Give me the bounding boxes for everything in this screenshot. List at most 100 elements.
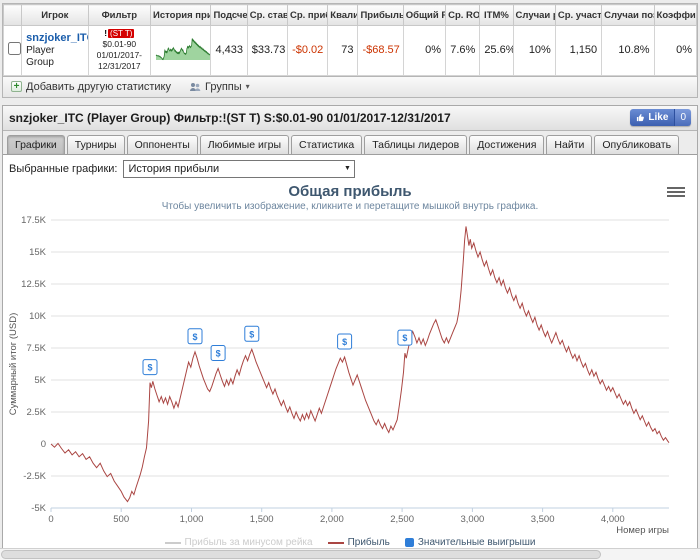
column-header-avg-entrants[interactable]: Ср. участник [554,4,603,26]
filter-date-to: 12/31/2017 [98,61,141,72]
svg-text:0: 0 [48,514,53,525]
legend-label: Прибыль [347,537,390,549]
count-cell: 4,433 [210,25,248,76]
groups-icon [189,82,201,92]
tab-find[interactable]: Найти [546,134,593,154]
svg-text:3,500: 3,500 [531,514,555,525]
column-header-profit-history[interactable]: История прибы [150,4,212,26]
gray-line-icon [164,541,181,544]
profit-chart-plot[interactable]: -5K -2.5K 0 2.5K 5K 7.5K 10K 12.5K 15K 17.5K 0 500 1… [5,214,695,536]
svg-text:15K: 15K [29,247,47,258]
legend-item-profit[interactable]: Прибыль [327,537,390,549]
avg-roi-cell: 7.6% [445,25,481,76]
chart-subtitle: Чтобы увеличить изображение, кликните и … [161,200,539,212]
add-statistic-label: Добавить другую статистику [26,80,171,93]
chart-menu-icon[interactable] [667,185,685,199]
column-header-late-cases[interactable]: Случаи поздней [601,4,655,26]
svg-text:2,500: 2,500 [390,514,414,525]
filter-badge: (ST T) [108,29,135,38]
column-header-player[interactable]: Игрок [21,4,89,26]
column-header-profit[interactable]: Прибыль [357,4,404,26]
graph-select-value: История прибыли [128,162,220,175]
tab-tournaments[interactable]: Турниры [66,134,125,154]
svg-text:10K: 10K [29,311,47,322]
chart-plot-holder: -5K -2.5K 0 2.5K 5K 7.5K 10K 12.5K 15K 17.5K 0 500 1… [3,214,697,536]
svg-text:17.5K: 17.5K [21,215,46,226]
tab-achievements[interactable]: Достижения [469,134,545,154]
player-cell: snzjoker_ITC Player Group [21,25,89,76]
svg-text:4,000: 4,000 [601,514,625,525]
column-header-coefficient[interactable]: Коэффициент [653,4,698,26]
total-roi-cell: 0% [402,25,447,76]
player-link[interactable]: snzjoker_ITC [26,32,87,44]
avg-profit-cell: -$0.02 [286,25,329,76]
svg-text:1,500: 1,500 [250,514,274,525]
stats-table: Игрок Фильтр История прибы Подсчет Ср. с… [2,3,698,77]
svg-text:3,000: 3,000 [461,514,485,525]
tab-publish[interactable]: Опубликовать [594,134,680,154]
sharkscope-page: { "stats_table": { "columns": ["", "Игро… [0,3,700,560]
groups-label: Группы [205,80,242,93]
tab-statistics[interactable]: Статистика [291,134,363,154]
tab-leaderboards[interactable]: Таблицы лидеров [364,134,468,154]
svg-text:0: 0 [41,439,46,450]
stats-header-row: Игрок Фильтр История прибы Подсчет Ср. с… [2,4,698,26]
svg-text:$: $ [216,348,221,358]
like-button[interactable]: Like 0 [630,109,691,127]
legend-item-significant-wins[interactable]: Значительные выигрыши [404,537,536,549]
column-header-early-cases[interactable]: Случаи ран [512,4,556,26]
profit-history-sparkline-cell[interactable] [150,25,212,76]
column-header-count[interactable]: Подсчет [210,4,248,26]
filter-stakes: $0.01-90 [102,39,137,50]
column-header-avg-roi[interactable]: Ср. ROI [445,4,481,26]
tab-graphs[interactable]: Графики [7,134,65,154]
graph-select-dropdown[interactable]: История прибыли ▼ [123,159,356,178]
svg-text:Суммарный итог (USD): Суммарный итог (USD) [8,312,19,414]
early-cases-cell: 10% [512,25,556,76]
avg-stake-cell: $33.73 [246,25,288,76]
coefficient-cell: 0% [653,25,698,76]
column-header-itm[interactable]: ITM% [479,4,514,26]
svg-text:2,000: 2,000 [320,514,344,525]
row-checkbox[interactable] [8,42,21,56]
legend-label: Значительные выигрыши [417,537,536,549]
table-row: snzjoker_ITC Player Group ! (ST T) $0.01-… [2,25,698,76]
page-title: snzjoker_ITC (Player Group) Фильтр:!(ST … [9,110,451,125]
column-header-total-roi[interactable]: Общий ROI [402,4,447,26]
svg-text:$: $ [147,362,152,372]
column-header-qualified[interactable]: Квалиф [327,4,359,26]
svg-text:-5K: -5K [31,503,46,514]
red-line-icon [327,541,344,544]
svg-text:1,000: 1,000 [180,514,204,525]
like-count: 0 [674,109,691,127]
profit-cell: -$68.57 [357,25,404,76]
legend-label: Прибыль за минусом рейка [184,537,313,549]
column-header-avg-stake[interactable]: Ср. став [246,4,288,26]
dropdown-arrow-icon: ▼ [344,165,351,173]
player-panel: snzjoker_ITC (Player Group) Фильтр:!(ST … [2,104,698,554]
svg-text:$: $ [342,337,347,347]
tab-bar: Графики Турниры Оппоненты Любимые игры С… [3,130,697,155]
graph-select-label: Выбранные графики: [9,162,118,175]
plus-icon: + [11,81,22,93]
add-statistic-button[interactable]: + Добавить другую статистику [11,81,171,93]
graph-select-row: Выбранные графики: История прибыли ▼ [3,155,697,183]
svg-text:-2.5K: -2.5K [23,471,46,482]
horizontal-scrollbar [0,548,700,560]
column-header-filter[interactable]: Фильтр [87,4,152,26]
tab-favorite-games[interactable]: Любимые игры [199,134,290,154]
profit-chart: Общая прибыль Чтобы увеличить изображени… [3,183,697,550]
svg-text:500: 500 [113,514,129,525]
column-header-avg-profit[interactable]: Ср. приб [286,4,329,26]
groups-button[interactable]: Группы ▾ [189,81,250,93]
svg-text:12.5K: 12.5K [21,279,46,290]
avg-entrants-cell: 1,150 [554,25,603,76]
svg-text:2.5K: 2.5K [26,407,46,418]
scrollbar-thumb[interactable] [1,550,601,559]
like-label: Like [648,112,669,124]
svg-text:$: $ [249,329,254,339]
tab-opponents[interactable]: Оппоненты [126,134,198,154]
legend-item-profit-minus-rake[interactable]: Прибыль за минусом рейка [164,537,313,549]
svg-text:Номер игры: Номер игры [616,525,669,536]
svg-text:7.5K: 7.5K [26,343,46,354]
